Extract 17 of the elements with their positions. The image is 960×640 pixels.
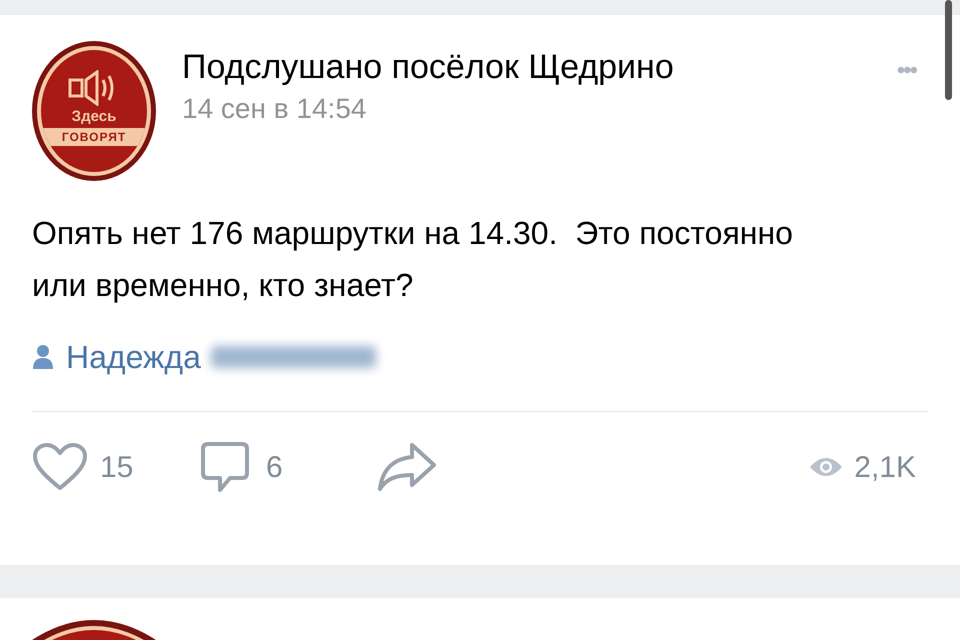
avatar-icon <box>32 620 156 640</box>
eye-icon <box>808 455 844 479</box>
post-text: Опять нет 176 маршрутки на 14.30. Это постоянно или временно, кто знает? <box>32 214 794 305</box>
comment-icon[interactable] <box>200 440 250 494</box>
logo-text: Здесь <box>72 108 116 126</box>
signer-link[interactable]: Надежда <box>66 333 201 381</box>
post-date[interactable]: 14 сен в 14:54 <box>182 91 674 127</box>
logo-banner: ГОВОРЯТ <box>41 128 147 146</box>
view-count: 2,1K <box>854 450 916 486</box>
scrollbar-thumb[interactable] <box>945 0 952 100</box>
share-icon[interactable] <box>376 441 438 493</box>
person-icon <box>32 344 54 370</box>
group-name[interactable]: Подслушано посёлок Щедрино <box>182 45 674 89</box>
like-icon[interactable] <box>32 442 88 492</box>
like-count: 15 <box>100 450 134 486</box>
group-avatar[interactable]: Здесь ГОВОРЯТ <box>32 41 156 181</box>
comment-count: 6 <box>266 450 284 486</box>
